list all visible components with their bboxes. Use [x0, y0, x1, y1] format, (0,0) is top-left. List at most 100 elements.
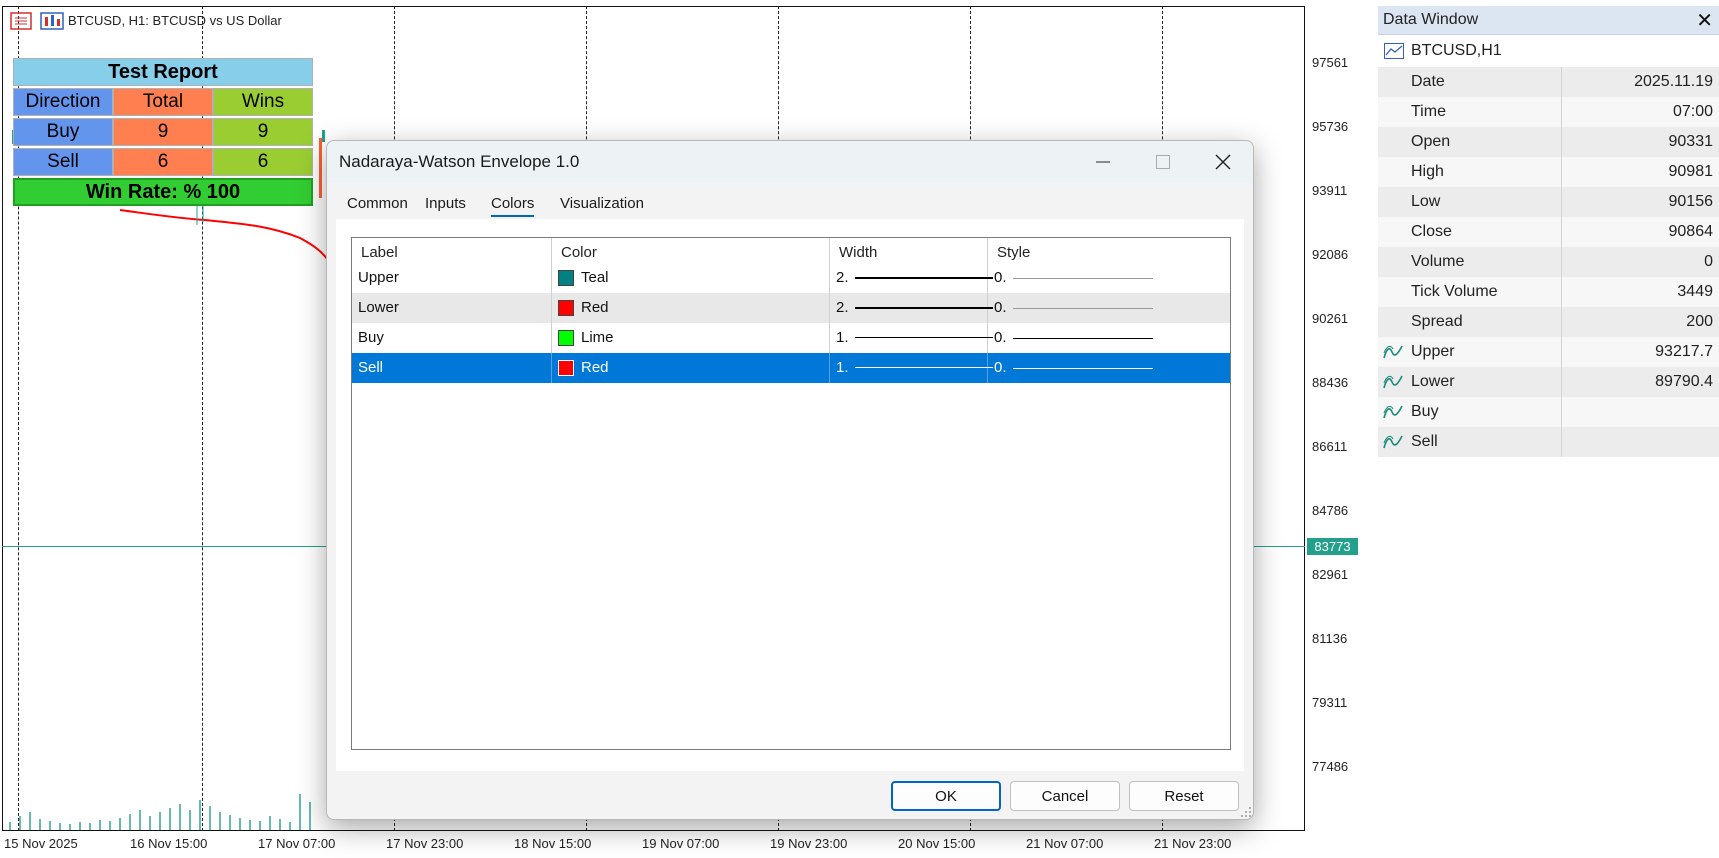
close-icon[interactable]: ✕ [1696, 8, 1713, 33]
price-axis-label: 77486 [1312, 759, 1349, 774]
row-label: Lower [352, 293, 552, 323]
style-value: 0. [994, 359, 1007, 376]
indicator-properties-dialog[interactable]: Nadaraya-Watson Envelope 1.0 Common Inpu… [326, 140, 1254, 820]
tab-inputs[interactable]: Inputs [425, 195, 466, 212]
width-preview [855, 277, 993, 279]
color-row-lower[interactable]: Lower Red 2. 0. [352, 293, 1230, 323]
chart-title: BTCUSD, H1: BTCUSD vs US Dollar [68, 13, 282, 28]
width-value: 2. [836, 269, 849, 286]
style-selector[interactable]: 0. [988, 293, 1230, 323]
tab-visualization[interactable]: Visualization [560, 195, 644, 212]
data-label: Buy [1411, 403, 1439, 420]
data-label: Date [1411, 73, 1445, 90]
data-row-buy: Buy [1378, 397, 1719, 427]
data-value: 200 [1686, 313, 1713, 330]
tab-colors[interactable]: Colors [491, 195, 535, 217]
width-value: 1. [836, 359, 849, 376]
dialog-titlebar[interactable]: Nadaraya-Watson Envelope 1.0 [327, 141, 1253, 183]
price-axis-label: 95736 [1312, 119, 1349, 134]
indicator-icon [1383, 343, 1403, 366]
price-axis-label: 84786 [1312, 503, 1349, 518]
color-picker[interactable]: Red [552, 353, 830, 383]
color-swatch [558, 360, 574, 376]
cancel-button[interactable]: Cancel [1010, 781, 1120, 811]
style-value: 0. [994, 329, 1007, 346]
color-picker[interactable]: Red [552, 293, 830, 323]
line-chart-icon [1384, 43, 1404, 59]
column-divider [1561, 307, 1562, 337]
color-row-sell[interactable]: Sell Red 1. 0. [352, 353, 1230, 383]
price-axis-label: 82961 [1312, 567, 1349, 582]
data-window-symbol: BTCUSD,H1 [1411, 42, 1502, 59]
color-swatch [558, 330, 574, 346]
minimize-button[interactable] [1073, 141, 1133, 183]
close-button[interactable] [1193, 141, 1253, 183]
color-picker[interactable]: Lime [552, 323, 830, 353]
report-header-direction: Direction [13, 88, 113, 116]
color-picker[interactable]: Teal [552, 263, 830, 293]
report-header-total: Total [113, 88, 213, 116]
color-swatch [558, 270, 574, 286]
style-selector[interactable]: 0. [988, 353, 1230, 383]
column-divider [1561, 397, 1562, 427]
data-row-upper: Upper 93217.7 [1378, 337, 1719, 367]
colors-panel: Label Color Width Style Upper Teal 2. 0. [336, 219, 1244, 771]
data-row-volume: Volume 0 [1378, 247, 1719, 277]
last-price-label: 83773 [1307, 538, 1358, 555]
tab-common[interactable]: Common [347, 195, 408, 212]
price-axis-label: 92086 [1312, 247, 1349, 262]
time-axis-label: 16 Nov 15:00 [130, 836, 208, 851]
data-row-high: High 90981 [1378, 157, 1719, 187]
style-value: 0. [994, 299, 1007, 316]
width-selector[interactable]: 2. [830, 263, 993, 293]
data-row-open: Open 90331 [1378, 127, 1719, 157]
chart-icon[interactable] [40, 12, 64, 35]
report-header-wins: Wins [213, 88, 313, 116]
resize-grip-icon[interactable] [1240, 806, 1252, 818]
report-total: 9 [113, 118, 213, 146]
data-label: Close [1411, 223, 1452, 240]
data-value: 90981 [1668, 163, 1714, 180]
time-axis-label: 19 Nov 07:00 [642, 836, 720, 851]
color-name: Teal [581, 269, 609, 286]
color-row-upper[interactable]: Upper Teal 2. 0. [352, 263, 1230, 293]
style-selector[interactable]: 0. [988, 263, 1230, 293]
menu-icon[interactable] [10, 12, 32, 35]
ok-button[interactable]: OK [891, 781, 1001, 811]
colors-grid[interactable]: Label Color Width Style Upper Teal 2. 0. [351, 237, 1231, 750]
time-axis-label: 21 Nov 23:00 [1154, 836, 1232, 851]
data-value: 2025.11.19 [1634, 73, 1713, 90]
win-rate: Win Rate: % 100 [13, 178, 313, 206]
style-selector[interactable]: 0. [988, 323, 1230, 353]
maximize-button[interactable] [1133, 141, 1193, 183]
color-name: Lime [581, 329, 614, 346]
data-window-symbol-row: BTCUSD,H1 [1378, 37, 1719, 65]
row-label: Sell [352, 353, 552, 383]
report-wins: 6 [213, 148, 313, 176]
reset-button[interactable]: Reset [1129, 781, 1239, 811]
data-label: Volume [1411, 253, 1465, 270]
indicator-icon [1383, 403, 1403, 426]
price-axis-label: 93911 [1312, 183, 1348, 198]
data-value: 0 [1704, 253, 1713, 270]
width-preview [855, 307, 993, 309]
column-divider [1561, 67, 1562, 97]
data-value: 90156 [1668, 193, 1714, 210]
data-value: 89790.4 [1655, 373, 1713, 390]
data-row-tick-volume: Tick Volume 3449 [1378, 277, 1719, 307]
color-row-buy[interactable]: Buy Lime 1. 0. [352, 323, 1230, 353]
column-divider [1561, 157, 1562, 187]
color-swatch [558, 300, 574, 316]
style-preview [1013, 278, 1153, 279]
close-icon [1215, 154, 1231, 170]
report-direction: Buy [13, 118, 113, 146]
row-label: Upper [352, 263, 552, 293]
data-row-low: Low 90156 [1378, 187, 1719, 217]
width-selector[interactable]: 1. [830, 353, 993, 383]
width-selector[interactable]: 1. [830, 323, 993, 353]
time-axis-label: 17 Nov 07:00 [258, 836, 336, 851]
data-label: Open [1411, 133, 1451, 150]
width-selector[interactable]: 2. [830, 293, 993, 323]
data-label: Lower [1411, 373, 1455, 390]
time-axis-label: 17 Nov 23:00 [386, 836, 464, 851]
